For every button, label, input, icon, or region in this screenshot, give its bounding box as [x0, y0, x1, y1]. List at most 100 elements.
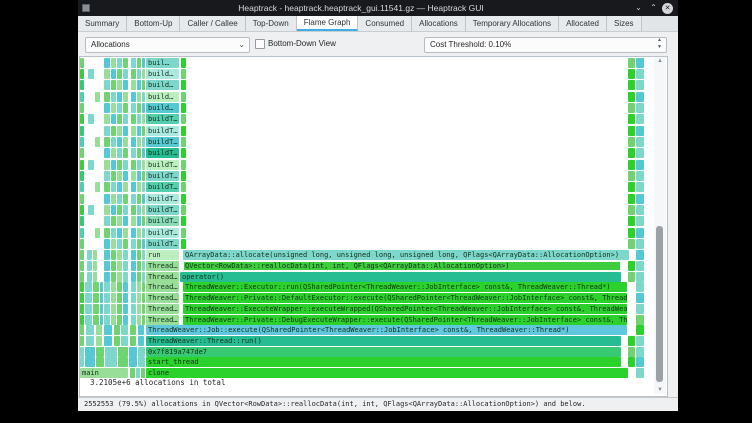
flame-frame[interactable]: [80, 171, 84, 181]
flame-frame[interactable]: [138, 325, 144, 335]
flame-frame[interactable]: [142, 194, 145, 204]
flame-frame[interactable]: [628, 92, 635, 102]
flame-frame[interactable]: [88, 69, 94, 79]
flame-frame[interactable]: [104, 69, 110, 79]
flame-frame[interactable]: [87, 261, 92, 271]
flame-frame[interactable]: [131, 103, 136, 113]
flame-frame[interactable]: [137, 239, 141, 249]
flame-frame[interactable]: run: [146, 250, 179, 260]
flame-frame[interactable]: [142, 80, 145, 90]
flame-frame[interactable]: [131, 126, 136, 136]
flame-frame[interactable]: [111, 69, 116, 79]
flame-frame[interactable]: [137, 315, 141, 325]
flame-frame[interactable]: [181, 171, 186, 181]
flame-frame[interactable]: [636, 160, 644, 170]
flame-frame[interactable]: [117, 282, 122, 292]
flame-frame[interactable]: [80, 58, 84, 68]
flame-frame[interactable]: [80, 126, 84, 136]
tab-consumed[interactable]: Consumed: [358, 16, 412, 31]
scroll-down-icon[interactable]: ▼: [654, 386, 666, 394]
scrollbar-thumb[interactable]: [656, 226, 663, 382]
flame-frame[interactable]: [636, 336, 644, 346]
flame-frame[interactable]: [96, 336, 102, 346]
flame-frame[interactable]: [123, 92, 128, 102]
flame-frame[interactable]: [100, 304, 103, 314]
flame-frame[interactable]: [628, 148, 635, 158]
flame-frame[interactable]: [104, 148, 110, 158]
flame-frame[interactable]: [123, 182, 128, 192]
flame-frame[interactable]: [123, 261, 128, 271]
title-bar[interactable]: Heaptrack - heaptrack.heaptrack_gui.1154…: [78, 0, 678, 16]
flame-frame[interactable]: [111, 148, 116, 158]
flame-frame[interactable]: [137, 261, 141, 271]
flame-frame[interactable]: [636, 261, 644, 271]
flame-frame[interactable]: [117, 272, 122, 282]
flame-frame[interactable]: [104, 336, 112, 346]
flame-frame[interactable]: [142, 182, 145, 192]
flame-frame[interactable]: [636, 315, 644, 325]
flame-frame[interactable]: [636, 325, 644, 335]
flame-frame[interactable]: [181, 80, 186, 90]
flame-frame[interactable]: buildT…: [146, 148, 179, 158]
flame-frame[interactable]: [104, 137, 110, 147]
flame-frame[interactable]: [628, 69, 635, 79]
flame-frame[interactable]: [181, 103, 186, 113]
flame-frame[interactable]: [86, 336, 94, 346]
flame-frame[interactable]: [104, 126, 110, 136]
flame-frame[interactable]: [123, 194, 128, 204]
flame-frame[interactable]: [80, 357, 84, 367]
flame-frame[interactable]: [636, 92, 644, 102]
flame-frame[interactable]: [181, 239, 186, 249]
flame-frame[interactable]: [636, 282, 644, 292]
flame-frame[interactable]: [142, 282, 145, 292]
flame-frame[interactable]: [111, 58, 116, 68]
flame-frame[interactable]: [137, 282, 141, 292]
flame-frame[interactable]: [117, 250, 122, 260]
flame-frame[interactable]: [117, 160, 122, 170]
flame-canvas[interactable]: buil…build…build…build…build…buildT…buil…: [80, 57, 653, 394]
flame-frame[interactable]: [131, 69, 136, 79]
flame-frame[interactable]: [111, 194, 116, 204]
flame-frame[interactable]: [111, 228, 116, 238]
flame-frame[interactable]: [636, 239, 644, 249]
flame-frame[interactable]: [129, 347, 137, 357]
flame-frame[interactable]: [636, 182, 644, 192]
flame-frame[interactable]: ThreadWeaver::Private::DebugExecuteWrapp…: [183, 315, 627, 325]
flame-frame[interactable]: [123, 58, 128, 68]
flame-frame[interactable]: [85, 347, 95, 357]
flame-frame[interactable]: [636, 148, 644, 158]
flame-frame[interactable]: [181, 58, 186, 68]
flame-frame[interactable]: [104, 325, 112, 335]
flame-frame[interactable]: [181, 114, 186, 124]
flame-frame[interactable]: [138, 347, 145, 357]
flame-frame[interactable]: [142, 69, 145, 79]
flame-frame[interactable]: [104, 182, 110, 192]
flame-frame[interactable]: ThreadWeaver::Executor::run(QSharedPoint…: [183, 282, 627, 292]
flame-frame[interactable]: [93, 272, 97, 282]
flame-frame[interactable]: [80, 347, 84, 357]
flame-frame[interactable]: [104, 239, 110, 249]
flame-frame[interactable]: [104, 216, 110, 226]
flame-frame[interactable]: [117, 261, 122, 271]
flame-frame[interactable]: [636, 114, 644, 124]
flame-frame[interactable]: [85, 357, 95, 367]
flame-frame[interactable]: [104, 80, 110, 90]
flame-frame[interactable]: [636, 137, 644, 147]
flame-frame[interactable]: [88, 205, 94, 215]
flame-frame[interactable]: [85, 293, 92, 303]
flame-frame[interactable]: build…: [146, 92, 179, 102]
flame-frame[interactable]: [636, 357, 644, 367]
flame-frame[interactable]: buildT…: [146, 228, 179, 238]
tab-allocations[interactable]: Allocations: [412, 16, 466, 31]
flame-frame[interactable]: [628, 103, 635, 113]
flame-frame[interactable]: [137, 114, 141, 124]
flame-frame[interactable]: [628, 272, 635, 282]
flame-frame[interactable]: [142, 293, 145, 303]
flame-frame[interactable]: [117, 137, 122, 147]
flame-frame[interactable]: [93, 304, 99, 314]
flame-frame[interactable]: [131, 58, 136, 68]
flame-frame[interactable]: [131, 315, 136, 325]
flame-frame[interactable]: [117, 239, 122, 249]
flame-frame[interactable]: [137, 194, 141, 204]
flame-frame[interactable]: [181, 216, 186, 226]
